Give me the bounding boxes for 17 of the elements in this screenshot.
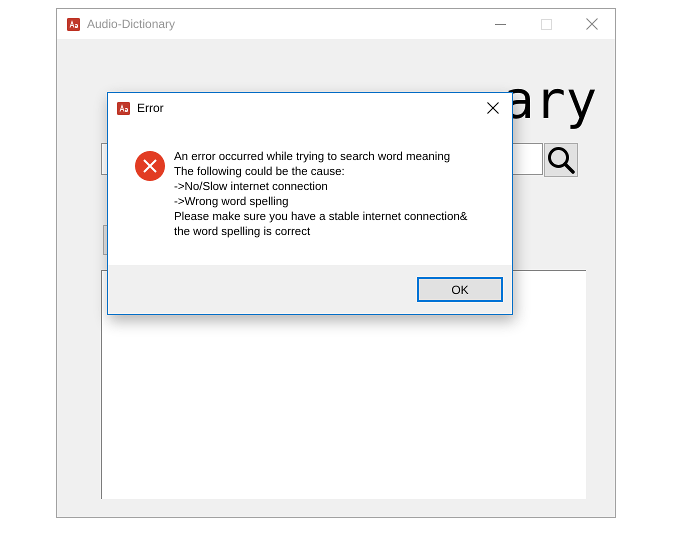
close-icon: [487, 102, 499, 114]
message-line: Please make sure you have a stable internet connection&: [174, 210, 468, 225]
ok-button[interactable]: OK: [417, 277, 503, 302]
maximize-icon: [540, 18, 552, 30]
error-icon: [134, 150, 166, 182]
window-title: Audio-Dictionary: [87, 17, 176, 31]
close-icon: [586, 18, 598, 30]
search-button[interactable]: [544, 143, 578, 177]
search-icon: [546, 145, 576, 175]
message-line: ->Wrong word spelling: [174, 195, 290, 210]
message-line: the word spelling is correct: [174, 225, 312, 240]
app-icon: [67, 18, 80, 30]
app-icon: [117, 102, 130, 114]
message-line: ->No/Slow internet connection: [174, 180, 329, 195]
dialog-title: Error: [137, 101, 164, 115]
message-line: The following could be the cause:: [174, 165, 346, 180]
message-line: An error occurred while trying to search word meaning: [174, 150, 452, 165]
